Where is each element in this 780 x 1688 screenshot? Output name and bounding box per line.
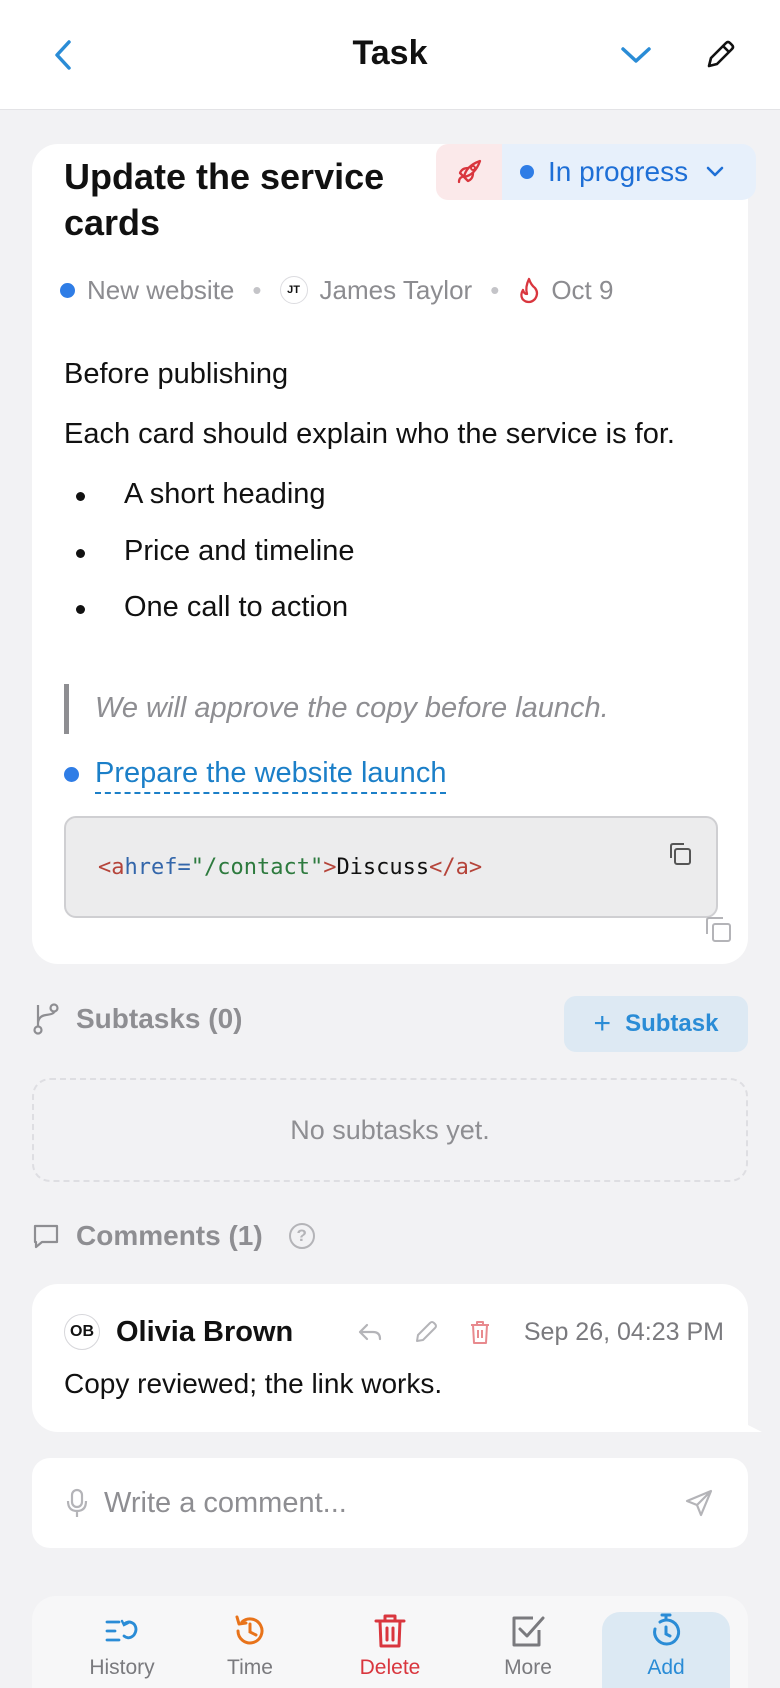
- comment-composer: [32, 1458, 748, 1548]
- tab-delete[interactable]: Delete: [326, 1612, 454, 1688]
- page-title: Task: [352, 34, 428, 72]
- list-item: Price and timeline: [76, 535, 355, 568]
- code-attr: href=: [124, 854, 191, 880]
- description-heading: Before publishing: [64, 358, 289, 390]
- copy-icon: [670, 843, 691, 865]
- pencil-icon: [416, 1321, 437, 1342]
- status-label: In progress: [548, 156, 689, 187]
- task-meta: New website • JT James Taylor • Oct 9: [60, 270, 613, 310]
- code-string: "/contact": [190, 854, 324, 880]
- history-icon: [105, 1619, 138, 1642]
- code-tag: <a: [98, 854, 125, 880]
- linked-task[interactable]: Prepare the website launch: [64, 754, 447, 794]
- linked-task-dot: [64, 766, 79, 782]
- rocket-icon: [457, 159, 482, 184]
- add-subtask-label: Subtask: [625, 1010, 719, 1037]
- status-dropdown[interactable]: In progress: [502, 144, 756, 200]
- microphone-icon[interactable]: [66, 1487, 88, 1519]
- comment-input[interactable]: [104, 1486, 684, 1520]
- task-card: Update the service cards In progress New…: [32, 144, 756, 964]
- add-subtask-button[interactable]: + Subtask: [564, 996, 748, 1052]
- due-date[interactable]: Oct 9: [551, 275, 613, 306]
- code-tag: >: [323, 854, 337, 880]
- assignee-name[interactable]: James Taylor: [320, 275, 473, 306]
- tab-history[interactable]: History: [58, 1612, 186, 1688]
- pencil-icon: [707, 40, 735, 68]
- description-paragraph: Each card should explain who the service…: [64, 418, 675, 450]
- tab-time[interactable]: Time: [186, 1612, 314, 1688]
- tab-more[interactable]: More: [464, 1612, 592, 1688]
- comment-bubble-tail: [742, 1422, 762, 1432]
- task-title: Update the service cards: [64, 156, 385, 243]
- tab-more-label: More: [504, 1656, 552, 1679]
- clock-rewind-icon: [235, 1615, 264, 1645]
- copy-icon: [706, 917, 731, 942]
- avatar: OB: [64, 1314, 100, 1350]
- reply-icon: [358, 1323, 382, 1341]
- delete-comment-button[interactable]: [464, 1316, 496, 1348]
- comment-author: Olivia Brown: [116, 1316, 294, 1348]
- blockquote: We will approve the copy before launch.: [64, 684, 609, 734]
- reply-button[interactable]: [354, 1316, 386, 1348]
- project-dot: [60, 282, 75, 298]
- comment-item: OB Olivia Brown Sep 26, 04:23 PM Copy re…: [32, 1284, 762, 1432]
- trash-icon: [471, 1321, 489, 1344]
- separator: •: [252, 274, 262, 305]
- project-link[interactable]: New website: [87, 275, 234, 306]
- status-dot: [520, 165, 534, 179]
- tab-time-label: Time: [227, 1656, 273, 1679]
- chevron-down-icon: [706, 166, 724, 177]
- assignee-avatar: JT: [279, 276, 308, 304]
- bottom-action-bar: History Time Delete More Add: [32, 1596, 748, 1688]
- flame-icon: [520, 277, 539, 304]
- trash-icon: [374, 1614, 406, 1648]
- tab-add-label: Add: [647, 1656, 685, 1679]
- plus-icon: +: [593, 1007, 612, 1040]
- code-text: Discuss: [336, 854, 430, 880]
- copy-code-button[interactable]: [666, 840, 694, 874]
- tab-add[interactable]: Add: [602, 1612, 730, 1688]
- checkbox-icon: [512, 1616, 545, 1647]
- comments-header: Comments (1) ?: [32, 1220, 315, 1252]
- comment-icon: [33, 1224, 59, 1249]
- edit-button[interactable]: [695, 30, 745, 80]
- code-tag: </a>: [429, 854, 483, 880]
- comment-timestamp: Sep 26, 04:23 PM: [523, 1318, 724, 1346]
- collapse-button[interactable]: [611, 30, 661, 80]
- edit-comment-button[interactable]: [410, 1316, 442, 1348]
- subtasks-title: Subtasks (0): [76, 1003, 243, 1034]
- code-block: <a href= "/contact" > Discuss </a>: [64, 816, 718, 918]
- tab-history-label: History: [89, 1656, 155, 1679]
- list-item: One call to action: [76, 591, 348, 624]
- linked-task-link[interactable]: Prepare the website launch: [95, 754, 447, 794]
- subtasks-header: Subtasks (0): [32, 1002, 243, 1036]
- chevron-down-icon: [621, 47, 651, 63]
- priority-button[interactable]: [436, 144, 502, 200]
- help-icon[interactable]: ?: [288, 1223, 315, 1249]
- separator: •: [490, 274, 500, 305]
- comment-text: Copy reviewed; the link works.: [64, 1368, 443, 1399]
- comments-title: Comments (1): [76, 1220, 263, 1251]
- list-item: A short heading: [76, 478, 326, 511]
- timer-icon: [653, 1613, 681, 1646]
- tab-delete-label: Delete: [359, 1656, 421, 1679]
- send-icon[interactable]: [684, 1488, 714, 1518]
- subtasks-empty-state: No subtasks yet.: [32, 1078, 748, 1182]
- copy-description-button[interactable]: [702, 913, 734, 950]
- branch-icon: [33, 1003, 59, 1035]
- top-bar: Task: [0, 0, 780, 110]
